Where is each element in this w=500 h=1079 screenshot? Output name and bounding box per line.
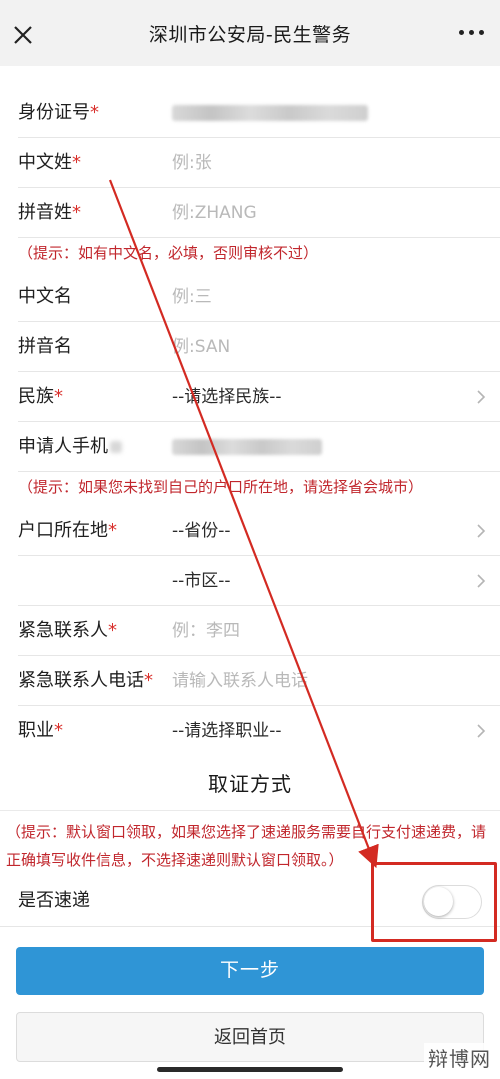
- next-step-button[interactable]: 下一步: [16, 947, 484, 995]
- chevron-right-icon: [477, 524, 486, 538]
- city-select[interactable]: --市区--: [172, 556, 231, 606]
- page-title: 深圳市公安局-民生警务: [148, 23, 352, 46]
- id-number-value[interactable]: [172, 105, 368, 121]
- form-row-hukou-city[interactable]: --市区--: [0, 556, 500, 606]
- hint-name: （提示：如有中文名，必填，否则审核不过）: [18, 244, 319, 262]
- pinyin-surname-label: 拼音姓: [18, 202, 72, 223]
- form-row-ethnicity[interactable]: 民族* --请选择民族--: [0, 372, 500, 422]
- form-row-applicant-phone[interactable]: 申请人手机: [0, 422, 500, 472]
- occupation-label: 职业: [18, 720, 54, 741]
- ethnicity-label: 民族: [18, 386, 54, 407]
- home-indicator: [157, 1067, 343, 1072]
- chevron-right-icon: [477, 724, 486, 738]
- watermark: 辩博网: [424, 1043, 495, 1072]
- emergency-phone-input[interactable]: 请输入联系人电话: [172, 656, 308, 706]
- form-row-id-number[interactable]: 身份证号*: [0, 88, 500, 138]
- form-row-emergency-phone[interactable]: 紧急联系人电话* 请输入联系人电话: [0, 656, 500, 706]
- close-icon[interactable]: [10, 22, 36, 48]
- chevron-right-icon: [477, 390, 486, 404]
- annotation-highlight-box: [371, 862, 497, 942]
- pickup-section-title: 取证方式: [208, 772, 292, 796]
- pinyin-given-name-label: 拼音名: [18, 336, 72, 357]
- emergency-contact-label: 紧急联系人: [18, 620, 108, 641]
- form-row-chinese-given-name[interactable]: 中文名 例:三: [0, 272, 500, 322]
- pinyin-given-name-input[interactable]: 例:SAN: [172, 322, 230, 372]
- express-label: 是否速递: [18, 890, 90, 911]
- chinese-surname-label: 中文姓: [18, 152, 72, 173]
- navbar: 深圳市公安局-民生警务: [0, 0, 500, 66]
- applicant-phone-value[interactable]: [172, 439, 322, 455]
- form-row-pinyin-surname[interactable]: 拼音姓* 例:ZHANG: [0, 188, 500, 238]
- province-select[interactable]: --省份--: [172, 506, 231, 556]
- chinese-given-name-input[interactable]: 例:三: [172, 272, 212, 322]
- id-number-label: 身份证号: [18, 102, 90, 123]
- form-row-pinyin-given-name[interactable]: 拼音名 例:SAN: [0, 322, 500, 372]
- hint-hukou: （提示：如果您未找到自己的户口所在地，请选择省会城市）: [18, 478, 424, 496]
- chinese-surname-input[interactable]: 例:张: [172, 138, 212, 188]
- form-row-chinese-surname[interactable]: 中文姓* 例:张: [0, 138, 500, 188]
- emergency-contact-input[interactable]: 例：李四: [172, 606, 240, 656]
- form-row-hukou-province[interactable]: 户口所在地* --省份--: [0, 506, 500, 556]
- chevron-right-icon: [477, 574, 486, 588]
- form-row-occupation[interactable]: 职业* --请选择职业--: [0, 706, 500, 756]
- form-row-emergency-contact[interactable]: 紧急联系人* 例：李四: [0, 606, 500, 656]
- emergency-phone-label: 紧急联系人电话: [18, 670, 144, 691]
- hukou-label: 户口所在地: [18, 520, 108, 541]
- chinese-given-name-label: 中文名: [18, 286, 72, 307]
- return-home-button[interactable]: 返回首页: [16, 1012, 484, 1062]
- occupation-select[interactable]: --请选择职业--: [172, 706, 282, 756]
- pinyin-surname-input[interactable]: 例:ZHANG: [172, 188, 257, 238]
- applicant-phone-label: 申请人手机: [18, 436, 108, 457]
- ethnicity-select[interactable]: --请选择民族--: [172, 372, 282, 422]
- more-icon[interactable]: [459, 30, 484, 35]
